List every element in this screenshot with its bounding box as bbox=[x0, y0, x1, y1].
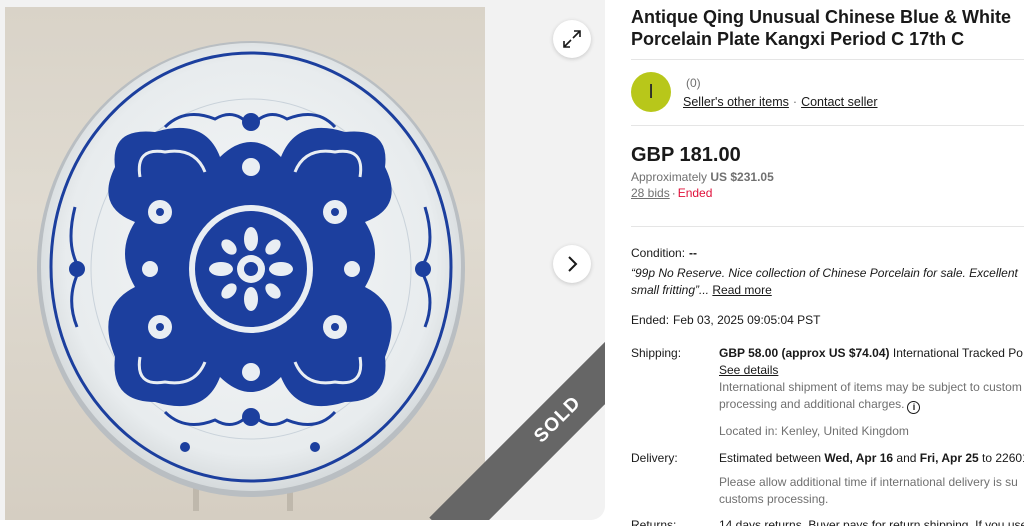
seller-links: Seller's other items · Contact seller bbox=[683, 95, 878, 109]
current-price: GBP 181.00 bbox=[631, 144, 741, 166]
expand-icon bbox=[563, 30, 581, 48]
item-location: Located in: Kenley, United Kingdom bbox=[719, 424, 909, 438]
sold-label: SOLD bbox=[530, 392, 586, 448]
porcelain-plate-image bbox=[37, 41, 465, 511]
image-gallery: SOLD bbox=[0, 0, 605, 520]
shipping-label: Shipping: bbox=[631, 346, 682, 360]
separator-dot: · bbox=[792, 95, 798, 109]
listing-info: Antique Qing Unusual Chinese Blue & Whit… bbox=[631, 0, 1024, 526]
returns-value: 14 days returns. Buyer pays for return s… bbox=[719, 518, 1024, 526]
divider bbox=[631, 59, 1024, 60]
seller-notes: “99p No Reserve. Nice collection of Chin… bbox=[631, 265, 1024, 299]
ended-value: Feb 03, 2025 09:05:04 PST bbox=[673, 313, 821, 327]
product-photo[interactable] bbox=[5, 7, 485, 520]
see-details-link[interactable]: See details bbox=[719, 363, 778, 377]
delivery-suffix: to 22601 bbox=[978, 451, 1024, 465]
condition-row: Condition: -- bbox=[631, 246, 697, 260]
ended-label: Ended: bbox=[631, 313, 670, 327]
title-line-2: Porcelain Plate Kangxi Period C 17th C bbox=[631, 29, 965, 49]
shipping-details: GBP 58.00 (approx US $74.04) Internation… bbox=[719, 345, 1023, 440]
listing-title: Antique Qing Unusual Chinese Blue & Whit… bbox=[631, 6, 1024, 50]
delivery-prefix: Estimated between bbox=[719, 451, 825, 465]
approx-price: Approximately US $231.05 bbox=[631, 170, 774, 184]
bids-link[interactable]: 28 bids bbox=[631, 186, 670, 200]
separator-dot: · bbox=[671, 186, 676, 200]
expand-image-button[interactable] bbox=[553, 20, 591, 58]
shipping-cost: GBP 58.00 (approx US $74.04) bbox=[719, 346, 890, 360]
seller-notes-line-1: “99p No Reserve. Nice collection of Chin… bbox=[631, 266, 1018, 280]
bid-status: 28 bids · Ended bbox=[631, 186, 712, 200]
condition-label: Condition: bbox=[631, 246, 686, 260]
delivery-and: and bbox=[893, 451, 920, 465]
delivery-details: Estimated between Wed, Apr 16 and Fri, A… bbox=[719, 450, 1024, 508]
customs-note-line-2: processing and additional charges. bbox=[719, 397, 905, 411]
delivery-end: Fri, Apr 25 bbox=[919, 451, 979, 465]
condition-value: -- bbox=[689, 246, 698, 260]
seller-notes-line-2: small fritting” bbox=[631, 283, 700, 297]
divider bbox=[631, 226, 1024, 227]
info-icon[interactable]: i bbox=[907, 401, 921, 414]
customs-note-line-1: International shipment of items may be s… bbox=[719, 380, 1022, 394]
delivery-label: Delivery: bbox=[631, 451, 678, 465]
contact-seller-link[interactable]: Contact seller bbox=[801, 95, 877, 109]
approx-value: US $231.05 bbox=[710, 170, 774, 184]
seller-avatar[interactable]: I bbox=[631, 72, 671, 112]
shipping-service: International Tracked Po bbox=[889, 346, 1023, 360]
returns-label: Returns: bbox=[631, 518, 677, 526]
read-more-link[interactable]: Read more bbox=[712, 283, 771, 297]
chevron-right-icon bbox=[568, 256, 578, 272]
delivery-note-line-2: customs processing. bbox=[719, 492, 829, 506]
divider bbox=[631, 125, 1024, 126]
auction-status: Ended bbox=[677, 186, 713, 200]
ended-row: Ended: Feb 03, 2025 09:05:04 PST bbox=[631, 313, 821, 327]
seller-other-items-link[interactable]: Seller's other items bbox=[683, 95, 789, 109]
seller-notes-ellipsis: ... bbox=[699, 283, 710, 297]
delivery-note-line-1: Please allow additional time if internat… bbox=[719, 475, 1018, 489]
title-line-1: Antique Qing Unusual Chinese Blue & Whit… bbox=[631, 7, 1012, 27]
approx-prefix: Approximately bbox=[631, 170, 708, 184]
delivery-start: Wed, Apr 16 bbox=[824, 451, 894, 465]
next-image-button[interactable] bbox=[553, 245, 591, 283]
seller-feedback-score[interactable]: (0) bbox=[686, 76, 701, 90]
